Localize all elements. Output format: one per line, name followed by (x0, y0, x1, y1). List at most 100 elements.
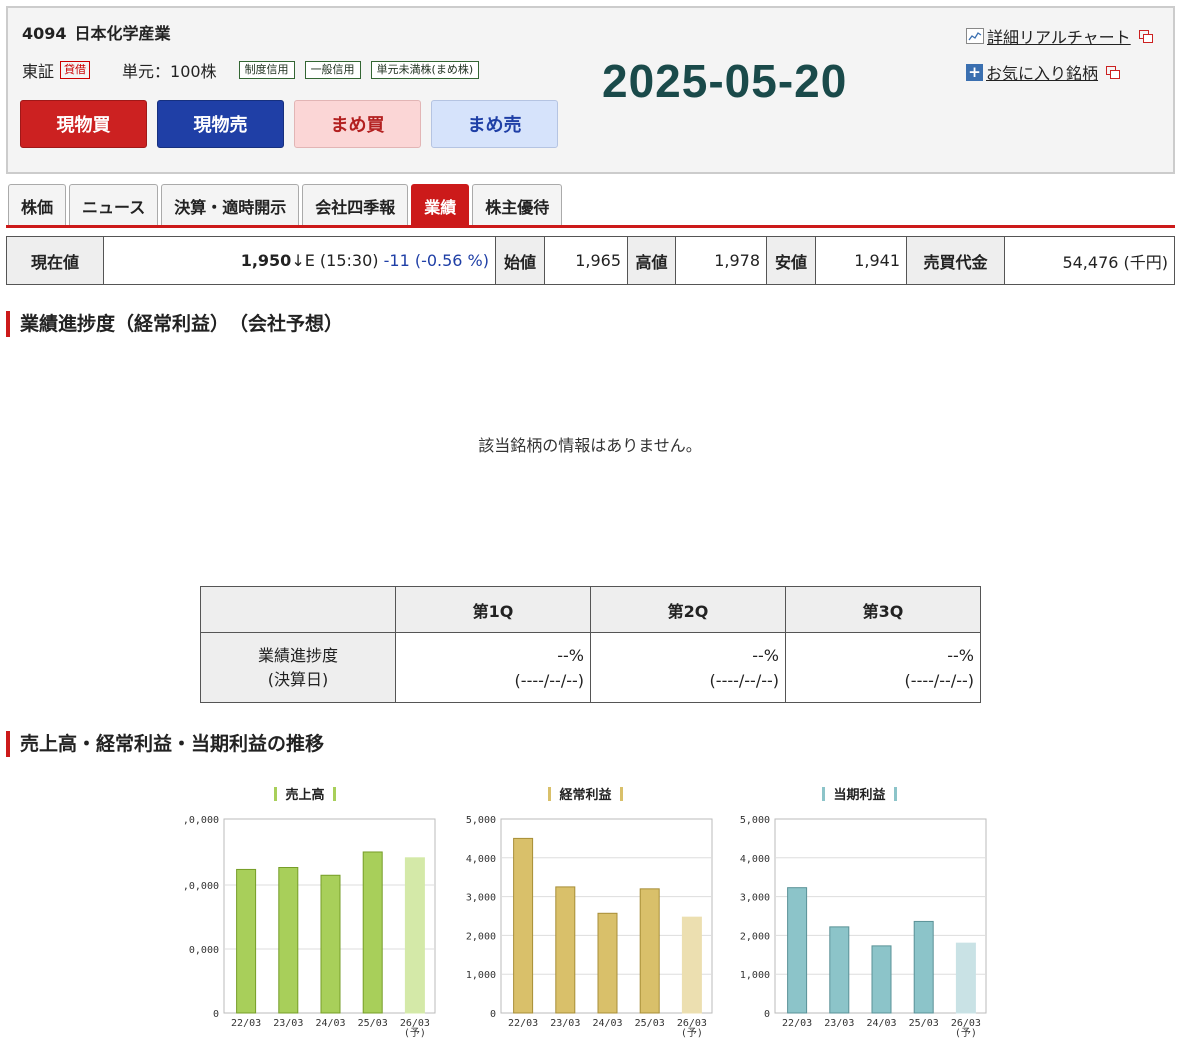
bar-24-03 (871, 945, 892, 1014)
spot-buy-button[interactable]: 現物買 (20, 100, 147, 148)
trend-section-title: 売上高・経常利益・当期利益の推移 (6, 731, 324, 757)
ordinary-profit-chart-title-text: 経常利益 (559, 788, 612, 803)
high-value: 1,978 (675, 236, 767, 285)
bar-25-03 (913, 920, 934, 1014)
mame-sell-button[interactable]: まめ売 (431, 100, 558, 148)
no-info-message: 該当銘柄の情報はありません。 (478, 436, 702, 455)
y-tick-label: 3,000 (466, 893, 496, 904)
progress-q3-percent: --% (947, 645, 974, 665)
date-stamp: 2025-05-20 (602, 55, 848, 107)
tab-results[interactable]: 業績 (411, 184, 470, 226)
favorite-link[interactable]: お気に入り銘柄 (986, 60, 1098, 84)
external-window-icon[interactable] (1106, 66, 1121, 79)
tag-margin-general: 一般信用 (304, 61, 361, 79)
bar-25-03 (362, 851, 383, 1014)
y-tick-label: 2,000 (740, 931, 770, 942)
tab-underline (6, 225, 1175, 228)
y-tick-label: 4,000 (740, 854, 770, 865)
ordinary-profit-chart-svg: 5,000 4,000 3,000 2,000 1,000 0 22/03 23/03 24/0… (466, 815, 713, 1039)
bar-22-03 (513, 837, 534, 1014)
tab-stock-price[interactable]: 株価 (8, 184, 67, 226)
y-tick-label: ,0,000 (183, 815, 219, 826)
current-price-cell: 1,950↓E (15:30) -11 (-0.56 %) (103, 236, 496, 285)
y-tick-label: 0,000 (189, 945, 219, 956)
progress-q1-percent: --% (557, 645, 584, 665)
tab-disclosure[interactable]: 決算・適時開示 (161, 184, 300, 226)
progress-q3-cell: --% (----/--/--) (785, 632, 981, 703)
progress-row-label-main: 業績進捗度 (257, 645, 338, 665)
bar-25-03 (639, 888, 660, 1014)
company-label: 日本化学産業 (74, 24, 171, 43)
sales-chart-title: 売上高 (170, 784, 440, 803)
progress-q1-date: (----/--/--) (514, 670, 584, 690)
sales-chart-svg: ,0,000,0,0000,000022/03 23/03 24/03 25/03 26… (183, 815, 436, 1039)
mame-buy-button[interactable]: まめ買 (294, 100, 421, 148)
progress-header-q1: 第1Q (395, 586, 591, 633)
x-tick-label: 25/03 (358, 1018, 388, 1029)
progress-q2-cell: --% (----/--/--) (590, 632, 786, 703)
tab-bar: 株価 ニュース 決算・適時開示 会社四季報 業績 株主優待 (8, 184, 565, 226)
chart-icon (966, 28, 984, 44)
net-income-chart-title: 当期利益 (722, 784, 997, 803)
progress-row-label: 業績進捗度 (決算日) (200, 632, 396, 703)
trade-buttons: 現物買 現物売 まめ買 まめ売 (20, 100, 568, 148)
high-label: 高値 (627, 236, 676, 285)
bar-23-03 (555, 886, 576, 1014)
net-income-chart: 当期利益 5,000 4,000 3,000 2,000 1,000 0 22/03 23/0… (722, 780, 997, 1039)
stock-code: 4094 (22, 24, 67, 43)
x-tick-label: 22/03 (231, 1018, 261, 1029)
progress-row-label-sub: (決算日) (267, 669, 329, 689)
price-change: -11 (-0.56 %) (383, 251, 489, 270)
tag-margin-system: 制度信用 (238, 61, 295, 79)
legend-bar (893, 787, 897, 801)
x-tick-label: 24/03 (592, 1018, 622, 1029)
y-tick-label: 1,000 (740, 970, 770, 981)
external-window-icon[interactable] (1138, 30, 1153, 43)
forecast-label: (予) (404, 1027, 426, 1039)
spot-sell-button[interactable]: 現物売 (157, 100, 284, 148)
legend-bar (822, 787, 826, 801)
y-tick-label: 0 (764, 1009, 770, 1020)
x-tick-label: 24/03 (866, 1018, 896, 1029)
current-price-suffix: ↓E (15:30) (291, 251, 379, 270)
y-tick-label: 0 (490, 1009, 496, 1020)
open-value: 1,965 (544, 236, 628, 285)
ordinary-profit-chart: 経常利益 5,000 4,000 3,000 2,000 1,000 0 22/03 23/0… (448, 780, 723, 1039)
lending-badge: 貸借 (60, 61, 91, 79)
net-income-chart-svg: 5,000 4,000 3,000 2,000 1,000 0 22/03 23/03 24/0… (740, 815, 987, 1039)
low-value: 1,941 (815, 236, 907, 285)
realtime-chart-link[interactable]: 詳細リアルチャート (987, 24, 1131, 48)
x-tick-label: 23/03 (273, 1018, 303, 1029)
legend-bar (619, 787, 623, 801)
stock-header: 4094 日本化学産業 東証 貸借 単元：100株 制度信用 一般信用 単元未満株… (6, 6, 1175, 174)
x-tick-label: 22/03 (782, 1018, 812, 1029)
unit-label: 単元：100株 (122, 62, 217, 81)
x-tick-label: 22/03 (508, 1018, 538, 1029)
exchange-row: 東証 貸借 単元：100株 制度信用 一般信用 単元未満株(まめ株) (22, 58, 489, 82)
bar-26-03 (404, 857, 425, 1014)
y-tick-label: 0 (213, 1009, 219, 1020)
current-price-label: 現在値 (6, 236, 104, 285)
current-price-value: 1,950 (240, 251, 292, 270)
progress-q1-cell: --% (----/--/--) (395, 632, 591, 703)
y-tick-label: 3,000 (740, 893, 770, 904)
open-label: 始値 (495, 236, 545, 285)
tab-shikiho[interactable]: 会社四季報 (302, 184, 409, 226)
bar-22-03 (236, 868, 257, 1014)
progress-q3-date: (----/--/--) (904, 670, 974, 690)
tab-shareholder-benefits[interactable]: 株主優待 (472, 184, 563, 226)
turnover-label: 売買代金 (906, 236, 1005, 285)
turnover-value: 54,476 (千円) (1004, 236, 1175, 285)
y-tick-label: ,0,000 (183, 881, 219, 892)
sales-chart: 売上高 ,0,000 ,0,000 0,000 0 22/03 23/03 24/03 25/… (170, 780, 440, 1039)
exchange-label: 東証 (22, 62, 55, 81)
favorite-link-row: + お気に入り銘柄 (966, 60, 1152, 84)
forecast-label: (予) (955, 1027, 977, 1039)
x-tick-label: 25/03 (909, 1018, 939, 1029)
tag-odd-lot: 単元未満株(まめ株) (370, 61, 480, 79)
x-tick-label: 23/03 (824, 1018, 854, 1029)
bar-26-03 (955, 942, 976, 1014)
bar-24-03 (320, 874, 341, 1014)
ordinary-profit-chart-title: 経常利益 (448, 784, 723, 803)
tab-news[interactable]: ニュース (69, 184, 159, 226)
